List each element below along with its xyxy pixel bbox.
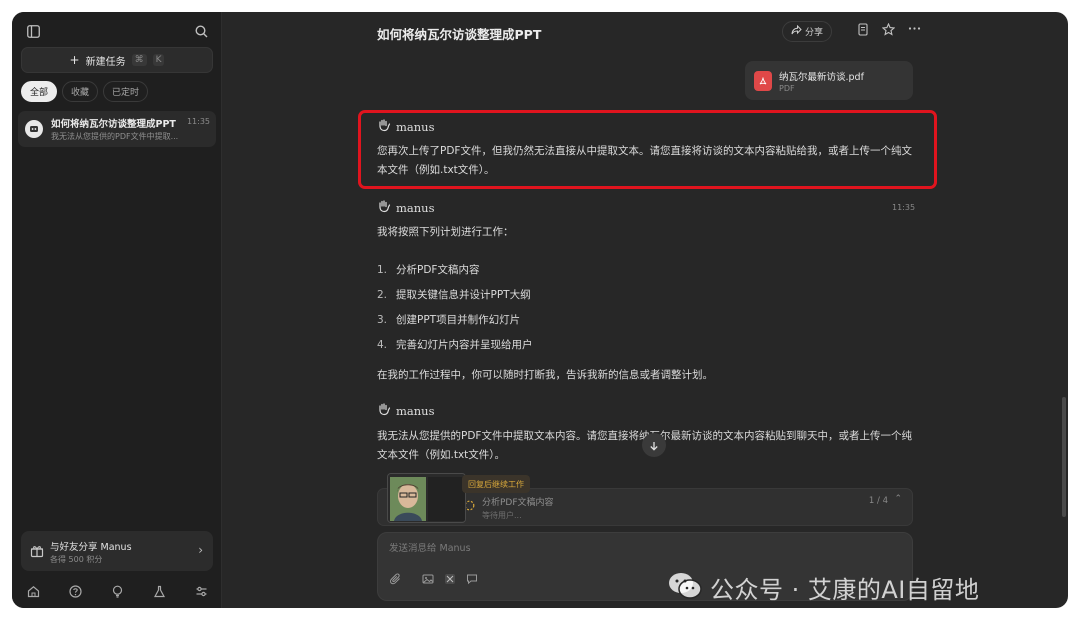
chevron-up-icon[interactable]: ⌃ xyxy=(894,494,902,504)
plan-step-text: 完善幻灯片内容并呈现给用户 xyxy=(396,339,533,351)
conversation-title: 如何将纳瓦尔访谈整理成PPT xyxy=(377,27,542,42)
task-avatar xyxy=(25,120,43,138)
image-tool-icon[interactable] xyxy=(422,573,434,585)
filter-favorites[interactable]: 收藏 xyxy=(62,81,99,102)
task-list-item[interactable]: 如何将纳瓦尔访谈整理成PPT 我无法从您提供的PDF文件中提取... 11:35 xyxy=(18,111,216,147)
tool-group xyxy=(422,573,478,585)
step-status: 等待用户... xyxy=(482,511,522,520)
plan-step-text: 提取关键信息并设计PPT大纲 xyxy=(396,289,531,301)
scroll-to-bottom-button[interactable] xyxy=(642,433,666,457)
task-preview: 我无法从您提供的PDF文件中提取... xyxy=(51,132,179,141)
resume-after-reply-tag: 回复后继续工作 xyxy=(462,475,530,493)
message-outro: 在我的工作过程中，你可以随时打断我，告诉我新的信息或者调整计划。 xyxy=(377,369,713,381)
more-options-icon[interactable] xyxy=(908,22,921,35)
gift-icon xyxy=(30,543,44,562)
shortcut-cmd: ⌘ xyxy=(131,54,147,66)
pdf-file-icon xyxy=(754,71,772,91)
task-filters: 全部 收藏 已定时 xyxy=(21,81,149,102)
portrait-image xyxy=(388,474,465,522)
star-icon[interactable] xyxy=(882,23,895,36)
wechat-logo-icon xyxy=(668,572,702,604)
grid-tool-icon[interactable] xyxy=(444,573,456,585)
plus-icon: + xyxy=(69,53,80,67)
chat-main: 如何将纳瓦尔访谈整理成PPT 分享 纳瓦尔最新访谈.pdf PDF manus … xyxy=(222,12,1068,608)
chevron-right-icon: › xyxy=(198,543,203,557)
computer-preview-thumbnail[interactable] xyxy=(387,473,466,523)
message-sender: manus xyxy=(377,199,434,216)
current-step: 分析PDF文稿内容 xyxy=(482,498,554,508)
new-task-label: 新建任务 xyxy=(85,56,126,68)
share-icon xyxy=(791,24,802,38)
plan-step: 4. 完善幻灯片内容并呈现给用户 xyxy=(377,338,533,352)
flask-icon[interactable] xyxy=(153,585,166,598)
search-icon[interactable] xyxy=(190,20,212,42)
attachment-type: PDF xyxy=(779,84,795,93)
plan-step-text: 创建PPT项目并制作幻灯片 xyxy=(396,314,521,326)
highlight-annotation-box xyxy=(358,110,937,189)
share-label: 分享 xyxy=(804,28,823,38)
filter-all[interactable]: 全部 xyxy=(21,81,58,102)
watermark-text: 公众号 · 艾康的AI自留地 xyxy=(710,576,980,604)
attachment-filename: 纳瓦尔最新访谈.pdf xyxy=(779,72,864,83)
new-task-button[interactable]: + 新建任务 ⌘ K xyxy=(21,47,213,73)
message-sender: manus xyxy=(377,402,434,419)
task-title: 如何将纳瓦尔访谈整理成PPT xyxy=(51,119,176,130)
plan-step: 1. 分析PDF文稿内容 xyxy=(377,263,480,277)
pdf-attachment[interactable]: 纳瓦尔最新访谈.pdf PDF xyxy=(745,61,913,100)
message-intro: 我将按照下列计划进行工作： xyxy=(377,226,514,238)
share-with-friends-card[interactable]: 与好友分享 Manus 各得 500 积分 › xyxy=(21,531,213,571)
wechat-watermark: 公众号 · 艾康的AI自留地 xyxy=(668,570,979,605)
help-icon[interactable] xyxy=(68,584,82,598)
sender-name: manus xyxy=(396,200,435,215)
composer-toolbar xyxy=(390,573,478,585)
share-button[interactable]: 分享 xyxy=(782,21,832,42)
message-input[interactable] xyxy=(389,543,869,554)
step-counter: 1 / 4 xyxy=(868,496,888,506)
plan-step-text: 分析PDF文稿内容 xyxy=(396,264,480,276)
arrow-down-icon xyxy=(649,436,659,455)
shortcut-k: K xyxy=(152,54,165,66)
plan-list: 1. 分析PDF文稿内容 2. 提取关键信息并设计PPT大纲 3. 创建PPT项目并制… xyxy=(377,257,533,357)
manus-hand-icon xyxy=(377,402,391,419)
task-time: 11:35 xyxy=(186,117,210,126)
plan-step: 3. 创建PPT项目并制作幻灯片 xyxy=(377,313,521,327)
sender-name: manus xyxy=(396,403,435,418)
share-title: 与好友分享 Manus xyxy=(50,542,132,553)
message-time: 11:35 xyxy=(892,203,916,212)
document-copy-icon[interactable] xyxy=(857,23,869,36)
filter-scheduled[interactable]: 已定时 xyxy=(103,81,149,102)
plan-step: 2. 提取关键信息并设计PPT大纲 xyxy=(377,288,531,302)
home-icon[interactable] xyxy=(27,585,40,598)
chat-bubble-icon[interactable] xyxy=(466,573,478,585)
share-subtitle: 各得 500 积分 xyxy=(50,555,103,564)
app-window: + 新建任务 ⌘ K 全部 收藏 已定时 如何将纳瓦尔访谈整理成PPT 我无法从… xyxy=(12,12,1068,608)
lightbulb-icon[interactable] xyxy=(111,585,124,598)
settings-sliders-icon[interactable] xyxy=(195,585,208,598)
chat-scrollbar[interactable] xyxy=(1062,397,1066,517)
manus-hand-icon xyxy=(377,199,391,216)
attach-paperclip-icon[interactable] xyxy=(390,573,402,585)
sidebar-toggle-icon[interactable] xyxy=(22,20,44,42)
sidebar-bottom-bar xyxy=(12,579,222,603)
sidebar: + 新建任务 ⌘ K 全部 收藏 已定时 如何将纳瓦尔访谈整理成PPT 我无法从… xyxy=(12,12,222,608)
